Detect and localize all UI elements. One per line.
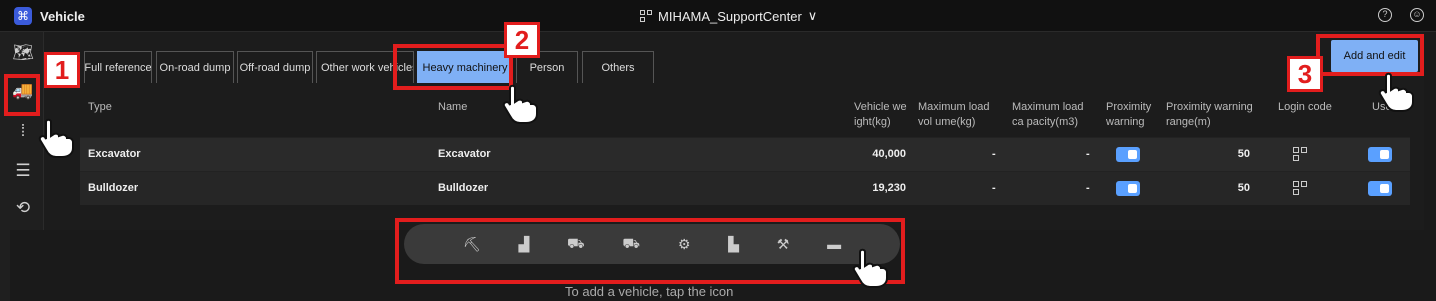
vehicle-table: Type Name Vehicle we ight(kg) Maximum lo… xyxy=(80,92,1410,205)
col-weight: Vehicle we ight(kg) xyxy=(854,101,907,128)
cell-max-volume: - xyxy=(992,182,996,194)
proximity-toggle[interactable] xyxy=(1116,181,1140,196)
cell-range: 50 xyxy=(1237,182,1250,194)
table-row[interactable]: Excavator Excavator 40,000 - - 50 xyxy=(80,137,1410,171)
qr-code-icon[interactable] xyxy=(1293,181,1307,195)
cell-weight: 40,000 xyxy=(872,148,906,160)
bottom-left-strip xyxy=(0,230,10,301)
callout-box-4 xyxy=(395,218,905,284)
col-login-code: Login code xyxy=(1278,101,1332,113)
cell-name: Bulldozer xyxy=(438,182,489,194)
history-icon: ⟲ xyxy=(15,198,31,217)
callout-box-3 xyxy=(1316,34,1424,76)
callout-box-2 xyxy=(393,44,513,90)
col-proximity: Proximity warning xyxy=(1106,101,1152,128)
tab-off-road-dump[interactable]: Off-road dump xyxy=(237,51,313,83)
add-vehicle-hint: To add a vehicle, tap the icon xyxy=(565,284,734,299)
chevron-down-icon: ∨ xyxy=(807,8,818,23)
tab-others[interactable]: Others xyxy=(582,51,654,83)
pointing-hand-icon xyxy=(852,248,888,288)
col-name: Name xyxy=(438,101,468,113)
cell-weight: 19,230 xyxy=(872,182,906,194)
cell-range: 50 xyxy=(1237,148,1250,160)
col-max-volume: Maximum load vol ume(kg) xyxy=(918,101,990,128)
cell-type: Bulldozer xyxy=(88,182,139,194)
main-panel: Full reference On-road dump Off-road dum… xyxy=(44,32,1424,230)
site-selector-label: MIHAMA_SupportCenter xyxy=(658,8,802,24)
tab-on-road-dump[interactable]: On-road dump xyxy=(156,51,234,83)
col-max-capacity: Maximum load ca pacity(m3) xyxy=(1012,101,1084,128)
app-title: Vehicle xyxy=(40,9,85,24)
cell-max-capacity: - xyxy=(1086,148,1090,160)
use-toggle[interactable] xyxy=(1368,181,1392,196)
cell-max-volume: - xyxy=(992,148,996,160)
col-type: Type xyxy=(88,101,112,113)
sidebar-item-history[interactable]: ⟲ xyxy=(8,195,38,221)
site-selector[interactable]: MIHAMA_SupportCenter ∨ xyxy=(640,8,817,24)
route-edit-icon: ⁞ xyxy=(20,121,26,140)
qr-code-icon xyxy=(640,10,652,22)
app-logo-icon: ⌘ xyxy=(14,7,32,25)
map-icon: 🗺 xyxy=(12,43,34,62)
pointing-hand-icon xyxy=(502,84,538,124)
table-header: Type Name Vehicle we ight(kg) Maximum lo… xyxy=(80,92,1410,137)
tab-full-reference[interactable]: Full reference xyxy=(84,51,152,83)
qr-code-icon[interactable] xyxy=(1293,147,1307,161)
cell-type: Excavator xyxy=(88,148,141,160)
table-row[interactable]: Bulldozer Bulldozer 19,230 - - 50 xyxy=(80,171,1410,205)
list-icon: ☰ xyxy=(15,161,31,180)
callout-number-1: 1 xyxy=(44,52,80,88)
cell-max-capacity: - xyxy=(1086,182,1090,194)
callout-number-2: 2 xyxy=(504,22,540,58)
col-proximity-range: Proximity warning range(m) xyxy=(1166,101,1253,128)
pointing-hand-icon xyxy=(38,118,74,158)
proximity-toggle[interactable] xyxy=(1116,147,1140,162)
account-icon[interactable]: ☺ xyxy=(1410,8,1424,22)
pointing-hand-icon xyxy=(1378,72,1414,112)
sidebar-item-route[interactable]: ⁞ xyxy=(8,118,38,144)
sidebar-item-map[interactable]: 🗺 xyxy=(8,40,38,66)
use-toggle[interactable] xyxy=(1368,147,1392,162)
top-bar: ⌘ Vehicle MIHAMA_SupportCenter ∨ ? ☺ xyxy=(0,0,1436,32)
callout-number-3: 3 xyxy=(1287,56,1323,92)
callout-box-1 xyxy=(4,74,40,116)
help-icon[interactable]: ? xyxy=(1378,8,1392,22)
sidebar-item-list[interactable]: ☰ xyxy=(8,158,38,184)
cell-name: Excavator xyxy=(438,148,491,160)
